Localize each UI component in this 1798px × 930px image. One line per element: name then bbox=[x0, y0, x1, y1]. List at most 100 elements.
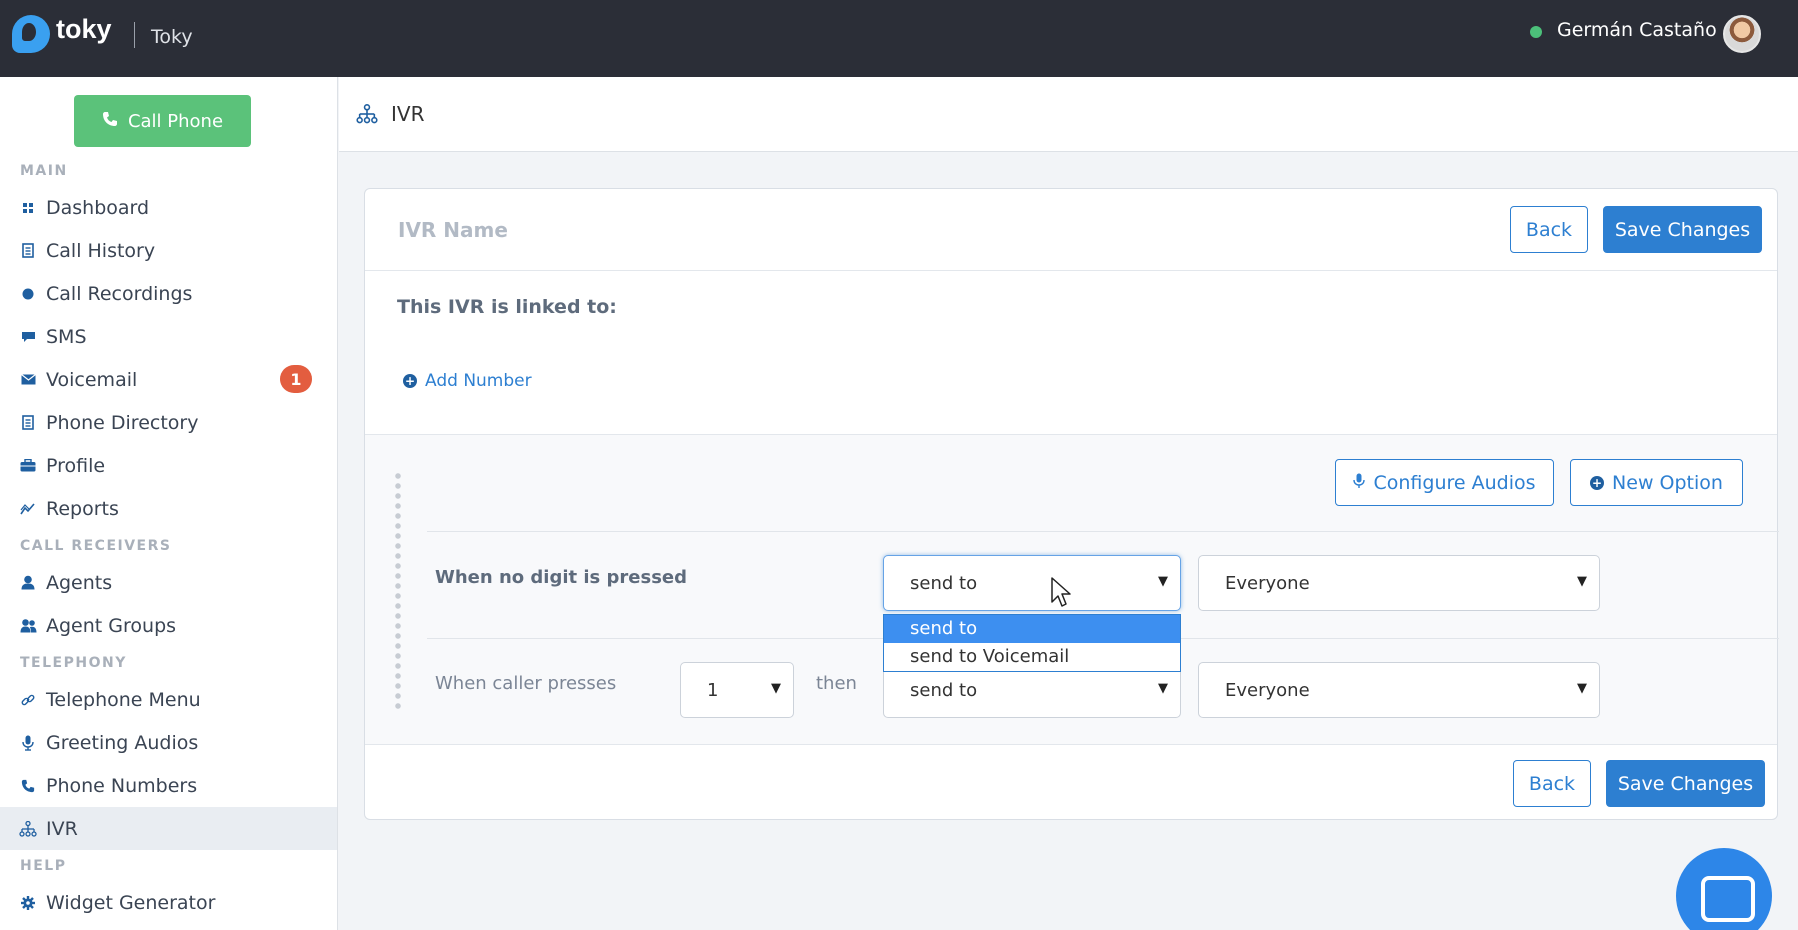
sidebar-item-label: Agent Groups bbox=[46, 614, 177, 637]
back-button-bottom[interactable]: Back bbox=[1513, 760, 1591, 807]
caret-down-icon: ▼ bbox=[1158, 574, 1168, 589]
sitemap-icon bbox=[356, 104, 378, 128]
no-digit-target-select[interactable]: Everyone ▼ bbox=[1198, 555, 1600, 611]
sidebar-item-dashboard[interactable]: Dashboard bbox=[0, 186, 337, 229]
sidebar-item-phone-directory[interactable]: Phone Directory bbox=[0, 401, 337, 444]
gear-icon bbox=[18, 893, 38, 913]
select-value: send to bbox=[910, 572, 978, 594]
select-value: Everyone bbox=[1225, 572, 1310, 594]
section-main: MAIN bbox=[20, 163, 68, 179]
envelope-icon bbox=[18, 370, 38, 390]
drag-handle-dots[interactable] bbox=[395, 471, 401, 711]
sidebar-item-profile[interactable]: Profile bbox=[0, 444, 337, 487]
section-call-receivers: CALL RECEIVERS bbox=[20, 538, 172, 554]
user-icon bbox=[18, 573, 38, 593]
document-icon bbox=[18, 241, 38, 261]
caret-down-icon: ▼ bbox=[1577, 681, 1587, 696]
sidebar-item-voicemail[interactable]: Voicemail 1 bbox=[0, 358, 337, 401]
toky-logo-icon[interactable] bbox=[12, 15, 50, 53]
digit-target-select[interactable]: Everyone ▼ bbox=[1198, 662, 1600, 718]
sidebar-item-label: Telephone Menu bbox=[46, 688, 201, 711]
sidebar-item-label: Voicemail bbox=[46, 368, 138, 391]
sidebar-item-call-history[interactable]: Call History bbox=[0, 229, 337, 272]
select-value: send to bbox=[910, 679, 978, 701]
no-digit-action-select[interactable]: send to ▼ bbox=[883, 555, 1181, 611]
logo-divider bbox=[134, 22, 135, 48]
microphone-icon bbox=[1353, 472, 1366, 494]
sidebar-item-telephone-menu[interactable]: Telephone Menu bbox=[0, 678, 337, 721]
sidebar: Call Phone MAIN Dashboard Call History C… bbox=[0, 77, 338, 930]
page-header: IVR bbox=[339, 77, 1798, 152]
link-icon bbox=[18, 690, 38, 710]
chat-icon bbox=[18, 327, 38, 347]
sidebar-item-label: Dashboard bbox=[46, 196, 150, 219]
call-phone-label: Call Phone bbox=[127, 110, 224, 132]
avatar[interactable] bbox=[1723, 15, 1761, 53]
voicemail-count-badge: 1 bbox=[280, 365, 312, 393]
caret-down-icon: ▼ bbox=[771, 681, 781, 696]
linked-title: This IVR is linked to: bbox=[397, 296, 617, 318]
chat-widget-icon[interactable] bbox=[1676, 848, 1772, 930]
ivr-name-field[interactable]: IVR Name bbox=[398, 218, 508, 242]
add-number-link[interactable]: + Add Number bbox=[403, 371, 532, 391]
ivr-editor-card: IVR Name Back Save Changes This IVR is l… bbox=[364, 188, 1779, 820]
no-digit-label: When no digit is pressed bbox=[435, 567, 688, 588]
sidebar-item-agents[interactable]: Agents bbox=[0, 561, 337, 604]
new-option-label: New Option bbox=[1612, 471, 1723, 494]
call-phone-button[interactable]: Call Phone bbox=[74, 95, 251, 147]
configure-audios-label: Configure Audios bbox=[1373, 471, 1536, 494]
organization-name: Toky bbox=[151, 26, 193, 48]
sidebar-item-greeting-audios[interactable]: Greeting Audios bbox=[0, 721, 337, 764]
digit-select[interactable]: 1 ▼ bbox=[680, 662, 794, 718]
dropdown-option-send-to[interactable]: send to bbox=[884, 615, 1180, 643]
sidebar-item-label: Phone Numbers bbox=[46, 774, 198, 797]
select-value: 1 bbox=[707, 679, 719, 701]
top-navigation-bar: toky Toky Germán Castaño bbox=[0, 0, 1798, 77]
plus-circle-icon: + bbox=[403, 374, 417, 388]
sidebar-item-label: Call Recordings bbox=[46, 282, 193, 305]
card-header: IVR Name Back Save Changes bbox=[365, 189, 1777, 271]
phone-icon bbox=[102, 111, 118, 132]
chart-icon bbox=[18, 499, 38, 519]
online-status-icon bbox=[1530, 26, 1542, 38]
users-icon bbox=[18, 616, 38, 636]
section-help: HELP bbox=[20, 858, 67, 874]
sidebar-item-reports[interactable]: Reports bbox=[0, 487, 337, 530]
add-number-label: Add Number bbox=[425, 371, 532, 391]
sidebar-item-ivr[interactable]: IVR bbox=[0, 807, 337, 850]
dot-icon bbox=[18, 284, 38, 304]
sidebar-item-sms[interactable]: SMS bbox=[0, 315, 337, 358]
sidebar-item-label: Agents bbox=[46, 571, 113, 594]
save-changes-button-bottom[interactable]: Save Changes bbox=[1606, 760, 1765, 807]
logo-text[interactable]: toky bbox=[56, 14, 112, 45]
dropdown-option-send-to-voicemail[interactable]: send to Voicemail bbox=[884, 643, 1180, 671]
row-divider bbox=[427, 531, 1779, 532]
sidebar-item-label: IVR bbox=[46, 817, 78, 840]
sidebar-item-phone-numbers[interactable]: Phone Numbers bbox=[0, 764, 337, 807]
save-changes-button[interactable]: Save Changes bbox=[1603, 206, 1762, 253]
caret-down-icon: ▼ bbox=[1158, 681, 1168, 696]
linked-numbers-section: This IVR is linked to: + Add Number bbox=[365, 271, 1777, 435]
sitemap-icon bbox=[18, 819, 38, 839]
user-name[interactable]: Germán Castaño bbox=[1557, 19, 1717, 41]
sidebar-item-label: Phone Directory bbox=[46, 411, 199, 434]
sidebar-item-widget-generator[interactable]: Widget Generator bbox=[0, 881, 337, 924]
sidebar-item-call-recordings[interactable]: Call Recordings bbox=[0, 272, 337, 315]
new-option-button[interactable]: + New Option bbox=[1570, 459, 1743, 506]
mouse-cursor-icon bbox=[1051, 577, 1071, 607]
sidebar-item-agent-groups[interactable]: Agent Groups bbox=[0, 604, 337, 647]
caret-down-icon: ▼ bbox=[1577, 574, 1587, 589]
phone-icon bbox=[18, 776, 38, 796]
page-title: IVR bbox=[391, 102, 425, 126]
back-button[interactable]: Back bbox=[1510, 206, 1588, 253]
sidebar-item-label: Widget Generator bbox=[46, 891, 216, 914]
select-value: Everyone bbox=[1225, 679, 1310, 701]
sidebar-item-label: Greeting Audios bbox=[46, 731, 199, 754]
sidebar-item-label: Profile bbox=[46, 454, 106, 477]
sidebar-item-label: SMS bbox=[46, 325, 87, 348]
then-label: then bbox=[816, 673, 857, 694]
configure-audios-button[interactable]: Configure Audios bbox=[1335, 459, 1554, 506]
grid-icon bbox=[18, 198, 38, 218]
sidebar-item-label: Reports bbox=[46, 497, 119, 520]
briefcase-icon bbox=[18, 456, 38, 476]
